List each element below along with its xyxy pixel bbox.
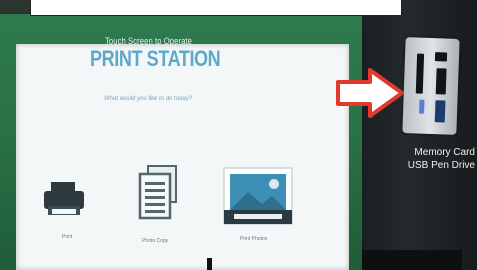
- option-label-photo-copy: Photo Copy: [142, 238, 169, 244]
- indicator-led: [419, 99, 425, 114]
- red-arrow-icon: [336, 68, 404, 118]
- option-print-photos[interactable]: Print Photos: [218, 164, 298, 250]
- bottom-tab: [207, 258, 212, 270]
- photo-scene: Touch Screen to Operate PRINT STATION Wh…: [0, 0, 477, 270]
- screen-subtitle: What would you like to do today?: [104, 96, 193, 102]
- option-print[interactable]: Print: [34, 176, 94, 246]
- slot-caption: Memory Card USB Pen Drive: [375, 146, 475, 172]
- photo-icon: [223, 167, 293, 225]
- screen-title: PRINT STATION: [90, 46, 221, 71]
- top-label-strip: [30, 0, 402, 16]
- option-label-print-photos: Print Photos: [240, 236, 268, 242]
- slot-caption-memory-card: Memory Card: [414, 147, 475, 158]
- printer-icon: [44, 182, 84, 215]
- option-photo-copy[interactable]: Photo Copy: [118, 160, 188, 250]
- sd-slot[interactable]: [434, 52, 448, 62]
- usb-slot-lower[interactable]: [434, 100, 446, 123]
- memory-card-slot[interactable]: [415, 53, 425, 94]
- bottom-strip: [362, 250, 462, 270]
- option-label-print: Print: [62, 234, 73, 240]
- card-slot-plate: [402, 37, 460, 135]
- slot-caption-usb: USB Pen Drive: [407, 160, 475, 171]
- documents-icon: [138, 165, 177, 220]
- usb-slot[interactable]: [435, 68, 447, 95]
